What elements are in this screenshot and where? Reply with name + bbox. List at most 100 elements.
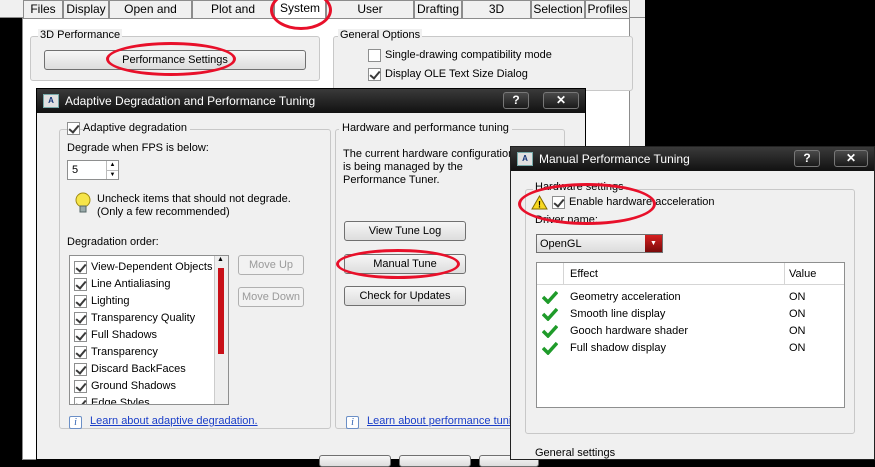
list-scrollbar[interactable]: ▲ <box>214 256 228 404</box>
single-drawing-label: Single-drawing compatibility mode <box>385 49 552 61</box>
tab-display[interactable]: Display <box>63 0 109 18</box>
tab-drafting[interactable]: Drafting <box>414 0 462 18</box>
list-item-checkbox[interactable] <box>74 261 87 274</box>
info-icon: i <box>69 416 82 429</box>
list-item[interactable]: Line Antialiasing <box>74 277 214 293</box>
tip-line-2: (Only a few recommended) <box>97 206 230 218</box>
general-options-group <box>333 36 633 91</box>
close-icon[interactable]: ✕ <box>543 92 579 109</box>
green-check-icon <box>542 324 558 338</box>
list-item-checkbox[interactable] <box>74 397 87 404</box>
table-row[interactable]: Full shadow display ON <box>537 340 844 357</box>
general-settings-label: General settings <box>535 447 616 459</box>
ok-button[interactable] <box>319 455 391 467</box>
move-down-button[interactable]: Move Down <box>238 287 304 307</box>
hardware-tuning-label: Hardware and performance tuning <box>339 122 512 134</box>
list-item-checkbox[interactable] <box>74 346 87 359</box>
highlight-manual-tune <box>336 249 460 279</box>
tab-open-and-save[interactable]: Open and Save <box>109 0 192 32</box>
list-item-label: Discard BackFaces <box>91 363 186 375</box>
info-icon: i <box>346 416 359 429</box>
degradation-order-label: Degradation order: <box>67 236 159 248</box>
list-item-label: Full Shadows <box>91 329 158 341</box>
learn-performance-link[interactable]: Learn about performance tuning <box>367 415 524 427</box>
table-row[interactable]: Gooch hardware shader ON <box>537 323 844 340</box>
learn-adaptive-link[interactable]: Learn about adaptive degradation. <box>90 415 258 427</box>
scroll-up-icon[interactable]: ▲ <box>217 256 224 263</box>
scroll-thumb[interactable] <box>218 268 224 354</box>
autocad-app-icon: A <box>43 94 59 108</box>
effect-value: ON <box>789 325 806 337</box>
driver-select[interactable]: OpenGL ▼ <box>536 234 663 253</box>
chevron-down-icon[interactable]: ▼ <box>645 235 662 252</box>
list-item-checkbox[interactable] <box>74 380 87 393</box>
move-up-button[interactable]: Move Up <box>238 255 304 275</box>
autocad-app-icon: A <box>517 152 533 166</box>
spin-down-icon[interactable]: ▼ <box>106 170 118 179</box>
driver-value: OpenGL <box>540 238 582 250</box>
table-row[interactable]: Geometry acceleration ON <box>537 289 844 306</box>
tab-3d-modeling[interactable]: 3D Modeling <box>462 0 531 32</box>
degradation-order-list[interactable]: View-Dependent Objects Line Antialiasing L… <box>69 255 229 405</box>
effect-name: Gooch hardware shader <box>570 325 689 337</box>
effects-header: Effect Value <box>537 263 844 285</box>
adaptive-degradation-label: Adaptive degradation <box>83 122 190 134</box>
effect-value: ON <box>789 291 806 303</box>
tab-selection[interactable]: Selection <box>531 0 585 18</box>
spin-up-icon[interactable]: ▲ <box>106 161 118 170</box>
list-item-label: View-Dependent Objects <box>91 261 213 273</box>
effect-name: Smooth line display <box>570 308 666 320</box>
effect-name: Full shadow display <box>570 342 666 354</box>
value-column-header[interactable]: Value <box>789 268 816 280</box>
highlight-hardware-acceleration <box>518 183 656 225</box>
list-item[interactable]: Ground Shadows <box>74 379 214 395</box>
tab-profiles[interactable]: Profiles <box>585 0 630 18</box>
left-edge <box>0 18 22 460</box>
display-ole-label: Display OLE Text Size Dialog <box>385 68 528 80</box>
effect-name: Geometry acceleration <box>570 291 681 303</box>
lightbulb-icon <box>75 192 91 216</box>
effect-column-header[interactable]: Effect <box>570 268 598 280</box>
tab-user-preferences[interactable]: User Preferences <box>326 0 414 32</box>
adaptive-degradation-dialog: A Adaptive Degradation and Performance T… <box>36 88 586 467</box>
tip-line-1: Uncheck items that should not degrade. <box>97 193 291 205</box>
list-item-checkbox[interactable] <box>74 363 87 376</box>
list-item-checkbox[interactable] <box>74 295 87 308</box>
list-item-label: Line Antialiasing <box>91 278 171 290</box>
adaptive-degradation-checkbox[interactable] <box>67 122 80 135</box>
list-item[interactable]: Edge Styles <box>74 396 214 405</box>
effect-value: ON <box>789 308 806 320</box>
manual-title: Manual Performance Tuning <box>539 152 690 166</box>
list-item[interactable]: Full Shadows <box>74 328 214 344</box>
help-icon[interactable]: ? <box>503 92 529 109</box>
tab-plot-and-publish[interactable]: Plot and Publish <box>192 0 274 32</box>
list-item[interactable]: View-Dependent Objects <box>74 260 214 276</box>
help-icon[interactable]: ? <box>794 150 820 167</box>
fps-label: Degrade when FPS is below: <box>67 142 209 154</box>
fps-value: 5 <box>72 164 79 176</box>
check-for-updates-button[interactable]: Check for Updates <box>344 286 466 306</box>
single-drawing-checkbox[interactable] <box>368 49 381 62</box>
list-item-label: Transparency <box>91 346 158 358</box>
list-item-label: Ground Shadows <box>91 380 176 392</box>
tab-files[interactable]: Files <box>23 0 63 18</box>
list-item-label: Edge Styles <box>91 397 150 405</box>
table-row[interactable]: Smooth line display ON <box>537 306 844 323</box>
green-check-icon <box>542 307 558 321</box>
list-item-checkbox[interactable] <box>74 278 87 291</box>
list-item[interactable]: Discard BackFaces <box>74 362 214 378</box>
list-item-checkbox[interactable] <box>74 312 87 325</box>
manual-title-bar: A Manual Performance Tuning ? ✕ <box>511 147 874 171</box>
cancel-button[interactable] <box>399 455 471 467</box>
list-item[interactable]: Lighting <box>74 294 214 310</box>
list-item[interactable]: Transparency <box>74 345 214 361</box>
list-item[interactable]: Transparency Quality <box>74 311 214 327</box>
close-icon[interactable]: ✕ <box>834 150 868 167</box>
highlight-performance-settings <box>106 42 236 76</box>
effects-table: Effect Value Geometry acceleration ON Smoo… <box>536 262 845 408</box>
display-ole-checkbox[interactable] <box>368 68 381 81</box>
list-item-checkbox[interactable] <box>74 329 87 342</box>
fps-spinner[interactable]: 5 ▲ ▼ <box>67 160 119 180</box>
hw-text-3: Performance Tuner. <box>343 174 440 186</box>
view-tune-log-button[interactable]: View Tune Log <box>344 221 466 241</box>
